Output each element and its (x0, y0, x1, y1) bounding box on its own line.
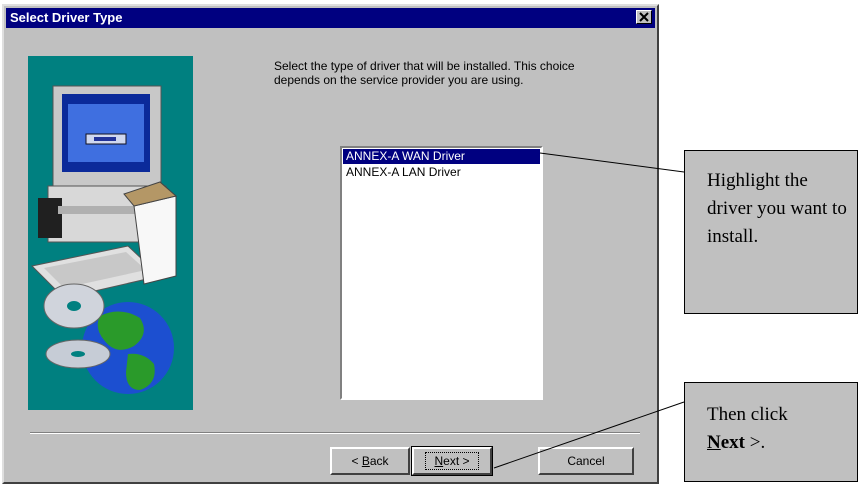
callout-pointer-lines (493, 152, 685, 469)
